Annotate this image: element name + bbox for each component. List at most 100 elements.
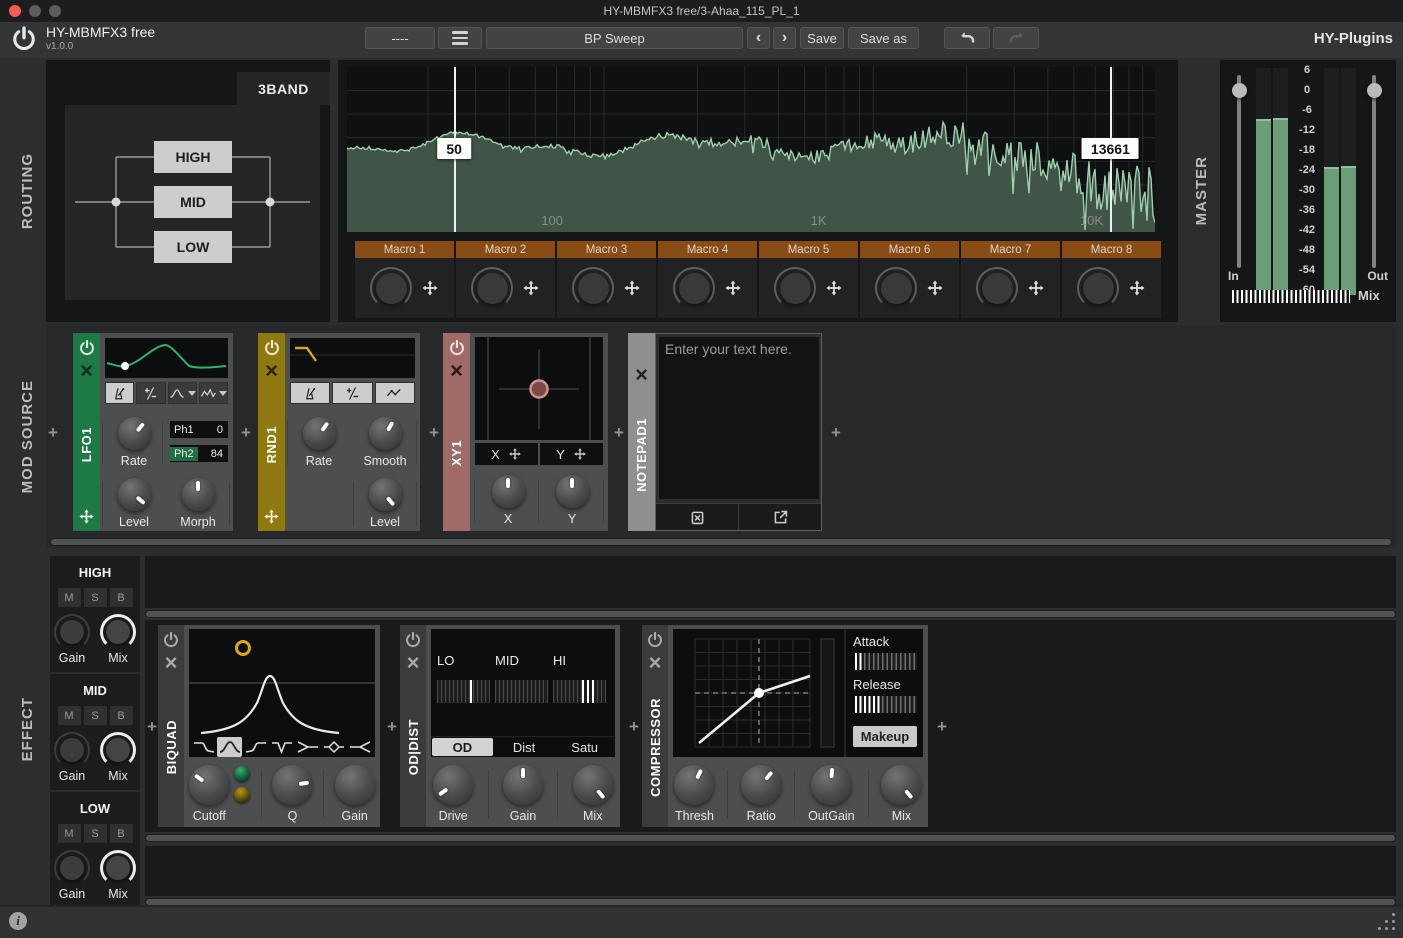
lfo1-drag-icon[interactable] xyxy=(78,508,95,525)
lfo1-level-knob[interactable] xyxy=(118,478,151,511)
macro-2-drag-icon[interactable] xyxy=(522,279,540,297)
rnd1-drag-icon[interactable] xyxy=(263,508,280,525)
compressor-knee-handle[interactable] xyxy=(754,688,764,698)
band-mid-gain-knob[interactable] xyxy=(54,732,90,768)
routing-diagram[interactable]: HIGH MID LOW xyxy=(65,105,320,300)
macro-5-drag-icon[interactable] xyxy=(825,279,843,297)
biquad-cutoff-knob[interactable] xyxy=(189,765,229,805)
macro-8-knob[interactable] xyxy=(1077,267,1119,309)
oddist-close-icon[interactable]: × xyxy=(407,653,420,673)
save-button[interactable]: Save xyxy=(800,27,844,49)
xy1-x-drag-icon[interactable] xyxy=(508,447,522,461)
bank-button[interactable]: ---- xyxy=(365,27,435,49)
band-high-mix-knob[interactable] xyxy=(100,614,136,650)
compressor-release-slider[interactable] xyxy=(855,696,917,713)
notepad1-open-button[interactable] xyxy=(738,504,821,530)
xy1-y-drag-icon[interactable] xyxy=(573,447,587,461)
macro-6-knob[interactable] xyxy=(875,267,917,309)
lfo1-sync-button[interactable] xyxy=(105,382,134,404)
output-gain-slider[interactable] xyxy=(1372,75,1376,268)
rnd1-polarity-button[interactable] xyxy=(332,382,372,404)
rnd1-power-icon[interactable] xyxy=(263,339,281,357)
oddist-gain-knob[interactable] xyxy=(503,765,543,805)
compressor-outgain-knob[interactable] xyxy=(811,765,851,805)
compressor-power-icon[interactable] xyxy=(646,631,664,649)
compressor-makeup-button[interactable]: Makeup xyxy=(853,726,917,747)
macro-3-drag-icon[interactable] xyxy=(623,279,641,297)
filter-bandreject-button[interactable] xyxy=(348,737,373,757)
notepad1-clear-button[interactable] xyxy=(656,504,738,530)
add-modsource-button-3[interactable]: + xyxy=(427,423,441,443)
oddist-hi-slider[interactable] xyxy=(553,680,606,703)
lfo1-rate-knob[interactable] xyxy=(118,417,151,450)
band-high-mute-button[interactable]: M xyxy=(58,588,81,607)
add-effect-button[interactable]: + xyxy=(145,717,159,737)
lfo1-polarity-button[interactable] xyxy=(136,382,165,404)
rnd1-close-icon[interactable]: × xyxy=(265,361,278,381)
oddist-display[interactable]: LO MID HI OD Dist Satu xyxy=(431,629,615,757)
xy1-y-knob[interactable] xyxy=(556,475,589,508)
input-gain-slider[interactable] xyxy=(1237,75,1241,268)
lfo1-wave-display[interactable] xyxy=(105,338,228,378)
filter-highpass-button[interactable] xyxy=(243,737,268,757)
band-high-solo-button[interactable]: S xyxy=(84,588,107,607)
band-low-solo-button[interactable]: S xyxy=(84,824,107,843)
oddist-tab-satu[interactable]: Satu xyxy=(554,737,615,757)
xy1-x-knob[interactable] xyxy=(492,475,525,508)
compressor-mix-knob[interactable] xyxy=(881,765,921,805)
prev-preset-button[interactable]: ‹ xyxy=(747,27,770,49)
compressor-ratio-knob[interactable] xyxy=(741,765,781,805)
power-icon[interactable] xyxy=(10,25,38,53)
preset-name-field[interactable]: BP Sweep xyxy=(486,27,743,49)
compressor-attack-slider[interactable] xyxy=(855,653,917,670)
lfo1-randwave-select[interactable] xyxy=(199,382,228,404)
filter-lowpass-button[interactable] xyxy=(191,737,216,757)
oddist-tab-od[interactable]: OD xyxy=(432,738,493,756)
filter-bandshelf-button[interactable] xyxy=(296,737,321,757)
band-mid-solo-button[interactable]: S xyxy=(84,706,107,725)
redo-button[interactable] xyxy=(993,27,1039,49)
lfo1-close-icon[interactable]: × xyxy=(80,361,93,381)
band-mid-mix-knob[interactable] xyxy=(100,732,136,768)
band-high-bypass-button[interactable]: B xyxy=(110,588,133,607)
oddist-tab-dist[interactable]: Dist xyxy=(494,737,555,757)
rnd1-mode-button[interactable] xyxy=(375,382,415,404)
add-modsource-button-4[interactable]: + xyxy=(612,423,626,443)
band-low-mix-knob[interactable] xyxy=(100,850,136,886)
macro-4-knob[interactable] xyxy=(673,267,715,309)
spectrum-analyzer[interactable]: 100 1K 10K 50 13661 xyxy=(347,67,1155,232)
lfo1-power-icon[interactable] xyxy=(78,339,96,357)
master-mix-slider[interactable] xyxy=(1232,290,1350,303)
filter-peak-button[interactable] xyxy=(322,737,347,757)
lfo1-ph1-field[interactable]: Ph1 0 xyxy=(170,421,228,438)
macro-5-knob[interactable] xyxy=(774,267,816,309)
band-low-gain-knob[interactable] xyxy=(54,850,90,886)
add-modsource-button-2[interactable]: + xyxy=(239,423,253,443)
band-mid-bypass-button[interactable]: B xyxy=(110,706,133,725)
info-icon[interactable]: i xyxy=(9,912,27,930)
add-effect-button-2[interactable]: + xyxy=(385,717,399,737)
crossover-high-value[interactable]: 13661 xyxy=(1082,138,1139,159)
add-effect-button-4[interactable]: + xyxy=(935,717,949,737)
macro-8-drag-icon[interactable] xyxy=(1128,279,1146,297)
next-preset-button[interactable]: › xyxy=(773,27,796,49)
save-as-button[interactable]: Save as xyxy=(848,27,919,49)
macro-1-knob[interactable] xyxy=(370,267,412,309)
macro-7-drag-icon[interactable] xyxy=(1027,279,1045,297)
xy1-x-assign[interactable]: X xyxy=(475,443,538,465)
notepad1-textarea[interactable] xyxy=(659,337,819,499)
xy1-pad[interactable] xyxy=(475,337,603,440)
oddist-power-icon[interactable] xyxy=(404,631,422,649)
macro-6-drag-icon[interactable] xyxy=(926,279,944,297)
xy1-power-icon[interactable] xyxy=(448,339,466,357)
filter-bandpass-button[interactable] xyxy=(217,737,242,757)
rnd1-rate-knob[interactable] xyxy=(303,417,336,450)
xy1-close-icon[interactable]: × xyxy=(450,361,463,381)
macro-3-knob[interactable] xyxy=(572,267,614,309)
biquad-q-knob[interactable] xyxy=(272,765,312,805)
rnd1-sync-button[interactable] xyxy=(290,382,330,404)
oddist-mid-slider[interactable] xyxy=(495,680,548,703)
oddist-drive-knob[interactable] xyxy=(433,765,473,805)
effect-row-mid-scrollbar[interactable] xyxy=(145,834,1396,842)
add-modsource-button-5[interactable]: + xyxy=(829,423,843,443)
